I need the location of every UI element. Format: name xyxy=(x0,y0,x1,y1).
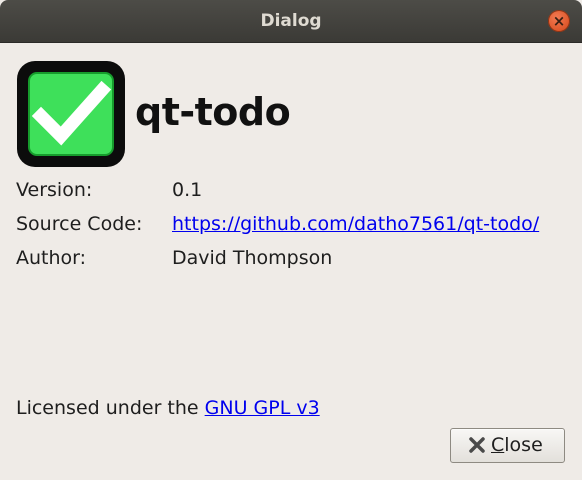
window-close-button[interactable]: × xyxy=(548,10,570,32)
app-name: qt-todo xyxy=(135,90,291,134)
window-title: Dialog xyxy=(260,11,322,31)
source-code-label: Source Code: xyxy=(16,213,143,235)
title-bar[interactable]: Dialog × xyxy=(0,0,582,43)
close-label-rest: lose xyxy=(504,434,543,456)
checkmark-icon xyxy=(17,61,125,167)
about-dialog: Dialog × qt-todo Version: 0.1 Source Cod… xyxy=(0,0,582,480)
author-value: David Thompson xyxy=(172,247,333,269)
close-button-label: Close xyxy=(491,434,543,456)
x-icon xyxy=(469,437,485,453)
close-mnemonic: C xyxy=(491,434,505,456)
close-icon: × xyxy=(552,12,566,30)
close-button[interactable]: Close xyxy=(450,428,565,463)
author-label: Author: xyxy=(16,247,87,269)
source-code-link[interactable]: https://github.com/datho7561/qt-todo/ xyxy=(172,213,539,235)
version-label: Version: xyxy=(16,179,93,201)
license-text: Licensed under the GNU GPL v3 xyxy=(16,397,320,419)
license-link[interactable]: GNU GPL v3 xyxy=(205,397,320,419)
version-value: 0.1 xyxy=(172,179,203,201)
license-prefix: Licensed under the xyxy=(16,397,205,419)
